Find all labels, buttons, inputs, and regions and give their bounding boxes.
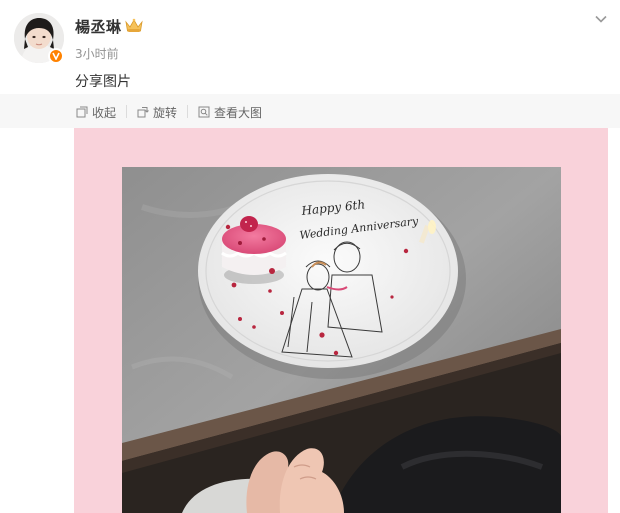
weibo-post: 楊丞琳 3小时前 分享图片 收起 旋转 查看大图 Happy 6th Weddi… — [0, 0, 620, 513]
verified-badge-icon — [48, 48, 64, 64]
collapse-image-button[interactable]: 收起 — [76, 104, 116, 120]
toolbar-divider — [187, 105, 188, 118]
crown-icon[interactable] — [125, 18, 143, 34]
view-large-label: 查看大图 — [214, 105, 263, 120]
toolbar-divider — [126, 105, 127, 118]
image-toolbar: 收起 旋转 查看大图 — [0, 94, 620, 128]
collapse-label: 收起 — [92, 105, 117, 120]
rotate-button[interactable]: 旋转 — [137, 104, 177, 120]
collapse-icon — [76, 106, 88, 118]
author-name[interactable]: 楊丞琳 — [75, 16, 122, 37]
magnify-icon — [198, 106, 210, 118]
post-timestamp[interactable]: 3小时前 — [75, 45, 119, 62]
post-text: 分享图片 — [75, 74, 131, 90]
rotate-label: 旋转 — [153, 105, 178, 120]
view-large-button[interactable]: 查看大图 — [198, 104, 262, 120]
rotate-icon — [137, 107, 149, 118]
post-photo[interactable]: Happy 6th Wedding Anniversary — [122, 167, 561, 513]
chevron-down-icon[interactable] — [592, 10, 610, 28]
